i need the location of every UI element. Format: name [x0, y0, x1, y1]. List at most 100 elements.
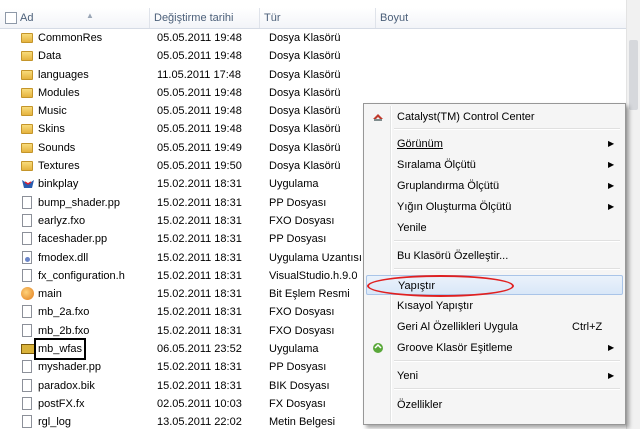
file-date: 05.05.2011 19:48 — [157, 32, 242, 44]
file-type: FXO Dosyası — [269, 324, 335, 337]
file-row[interactable]: Data 05.05.2011 19:48 Dosya Klasörü — [0, 47, 626, 65]
menu-label-refresh: Yenile — [397, 222, 427, 234]
groove-sync-icon — [373, 343, 383, 353]
menu-item-catalyst[interactable]: Catalyst(TM) Control Center — [366, 107, 623, 127]
submenu-arrow-icon: ▶ — [608, 343, 615, 352]
column-type-label: Tür — [264, 12, 281, 24]
file-name: mb_2a.fxo — [38, 306, 90, 319]
file-row[interactable]: Modules 05.05.2011 19:48 Dosya Klasörü — [0, 84, 626, 102]
file-date: 15.02.2011 18:31 — [157, 288, 242, 301]
file-name: main — [38, 288, 62, 301]
file-icon — [21, 323, 35, 338]
file-date: 05.05.2011 19:49 — [157, 141, 242, 154]
folder-icon — [21, 122, 35, 136]
file-type: BIK Dosyası — [269, 379, 330, 392]
file-type: Uygulama Uzantısı — [269, 251, 362, 264]
file-type: Uygulama — [269, 178, 319, 191]
menu-item-customize[interactable]: Bu Klasörü Özelleştir... — [366, 246, 623, 266]
file-icon — [21, 360, 35, 374]
file-type: Dosya Klasörü — [269, 123, 341, 136]
submenu-arrow-icon: ▶ — [608, 181, 615, 190]
file-name: myshader.pp — [38, 361, 101, 374]
file-type: Dosya Klasörü — [269, 32, 341, 44]
menu-label-view: Görünüm — [397, 138, 443, 150]
file-date: 15.02.2011 18:31 — [157, 269, 242, 282]
menu-item-paste[interactable]: Yapıştır — [366, 275, 623, 297]
file-date: 15.02.2011 18:31 — [157, 196, 242, 209]
column-header-type[interactable]: Tür — [260, 8, 376, 28]
file-icon — [21, 195, 35, 210]
file-name: CommonRes — [38, 32, 103, 44]
menu-label-groove: Groove Klasör Eşitleme — [397, 342, 513, 354]
menu-label-properties: Özellikler — [397, 399, 443, 411]
file-type: Dosya Klasörü — [269, 50, 341, 63]
file-type: PP Dosyası — [269, 233, 327, 246]
bitmap-icon — [21, 287, 35, 301]
column-header-size[interactable]: Boyut — [376, 8, 626, 28]
menu-label-stack: Yığın Oluşturma Ölçütü — [397, 201, 512, 213]
submenu-arrow-icon: ▶ — [608, 139, 615, 148]
folder-icon — [21, 104, 35, 118]
column-date-label: Değiştirme tarihi — [154, 12, 234, 24]
file-icon — [21, 305, 35, 319]
menu-item-sort[interactable]: Sıralama Ölçütü ▶ — [366, 155, 623, 175]
submenu-arrow-icon: ▶ — [608, 160, 615, 169]
file-type: Dosya Klasörü — [269, 86, 341, 99]
file-type: Bit Eşlem Resmi — [269, 288, 350, 301]
file-date: 15.02.2011 18:31 — [157, 324, 242, 337]
column-header: ▲ Ad Değiştirme tarihi Tür Boyut — [0, 8, 626, 29]
vertical-scrollbar[interactable] — [626, 0, 640, 429]
file-name: Music — [38, 105, 67, 118]
scrollbar-thumb[interactable] — [629, 40, 638, 110]
game-app-icon — [21, 342, 35, 356]
menu-item-properties[interactable]: Özellikler — [366, 395, 623, 415]
folder-icon — [21, 141, 35, 155]
dll-icon — [21, 250, 35, 265]
file-icon — [21, 268, 35, 283]
menu-shortcut-undo: Ctrl+Z — [572, 321, 603, 333]
folder-icon — [21, 68, 35, 82]
file-date: 15.02.2011 18:31 — [157, 214, 242, 227]
file-date: 11.05.2011 17:48 — [157, 68, 242, 81]
file-name: fx_configuration.h — [38, 269, 125, 282]
menu-separator — [394, 240, 620, 242]
file-row[interactable]: languages 11.05.2011 17:48 Dosya Klasörü — [0, 66, 626, 84]
menu-item-refresh[interactable]: Yenile — [366, 218, 623, 238]
menu-label-undo: Geri Al Özellikleri Uygula — [397, 321, 519, 333]
menu-item-undo[interactable]: Geri Al Özellikleri Uygula Ctrl+Z — [366, 317, 623, 337]
menu-label-new: Yeni — [397, 370, 419, 382]
context-menu: Catalyst(TM) Control Center Görünüm ▶ Sı… — [363, 103, 626, 425]
file-icon — [21, 378, 35, 393]
file-date: 05.05.2011 19:48 — [157, 86, 242, 99]
file-name: Modules — [38, 86, 80, 99]
file-name: paradox.bik — [38, 379, 95, 392]
menu-item-paste-shortcut[interactable]: Kısayol Yapıştır — [366, 296, 623, 316]
menu-item-groove[interactable]: Groove Klasör Eşitleme ▶ — [366, 338, 623, 358]
file-type: Dosya Klasörü — [269, 141, 341, 154]
file-date: 13.05.2011 22:02 — [157, 416, 242, 429]
file-name: mb_wfas — [33, 338, 87, 361]
file-type: Uygulama — [269, 343, 319, 356]
menu-item-view[interactable]: Görünüm ▶ — [366, 134, 623, 154]
menu-item-group[interactable]: Gruplandırma Ölçütü ▶ — [366, 176, 623, 196]
file-name: languages — [38, 68, 89, 81]
menu-separator — [394, 128, 620, 130]
file-type: PP Dosyası — [269, 361, 327, 374]
file-type: FXO Dosyası — [269, 306, 335, 319]
column-header-name[interactable]: ▲ Ad — [16, 8, 150, 28]
folder-icon — [21, 49, 35, 63]
file-date: 15.02.2011 18:31 — [157, 251, 242, 264]
submenu-arrow-icon: ▶ — [608, 371, 615, 380]
menu-item-stack[interactable]: Yığın Oluşturma Ölçütü ▶ — [366, 197, 623, 217]
file-row[interactable]: CommonRes 05.05.2011 19:48 Dosya Klasörü — [0, 29, 626, 47]
column-header-date[interactable]: Değiştirme tarihi — [150, 8, 260, 28]
file-date: 15.02.2011 18:31 — [157, 306, 242, 319]
explorer-window: ▲ Ad Değiştirme tarihi Tür Boyut CommonRe… — [0, 0, 640, 429]
select-all-checkbox[interactable] — [0, 8, 17, 28]
file-date: 15.02.2011 18:31 — [157, 361, 242, 374]
menu-item-new[interactable]: Yeni ▶ — [366, 366, 623, 386]
menu-separator — [394, 388, 620, 390]
file-name: faceshader.pp — [38, 233, 108, 246]
file-type: Metin Belgesi — [269, 416, 336, 429]
folder-icon — [21, 31, 35, 45]
